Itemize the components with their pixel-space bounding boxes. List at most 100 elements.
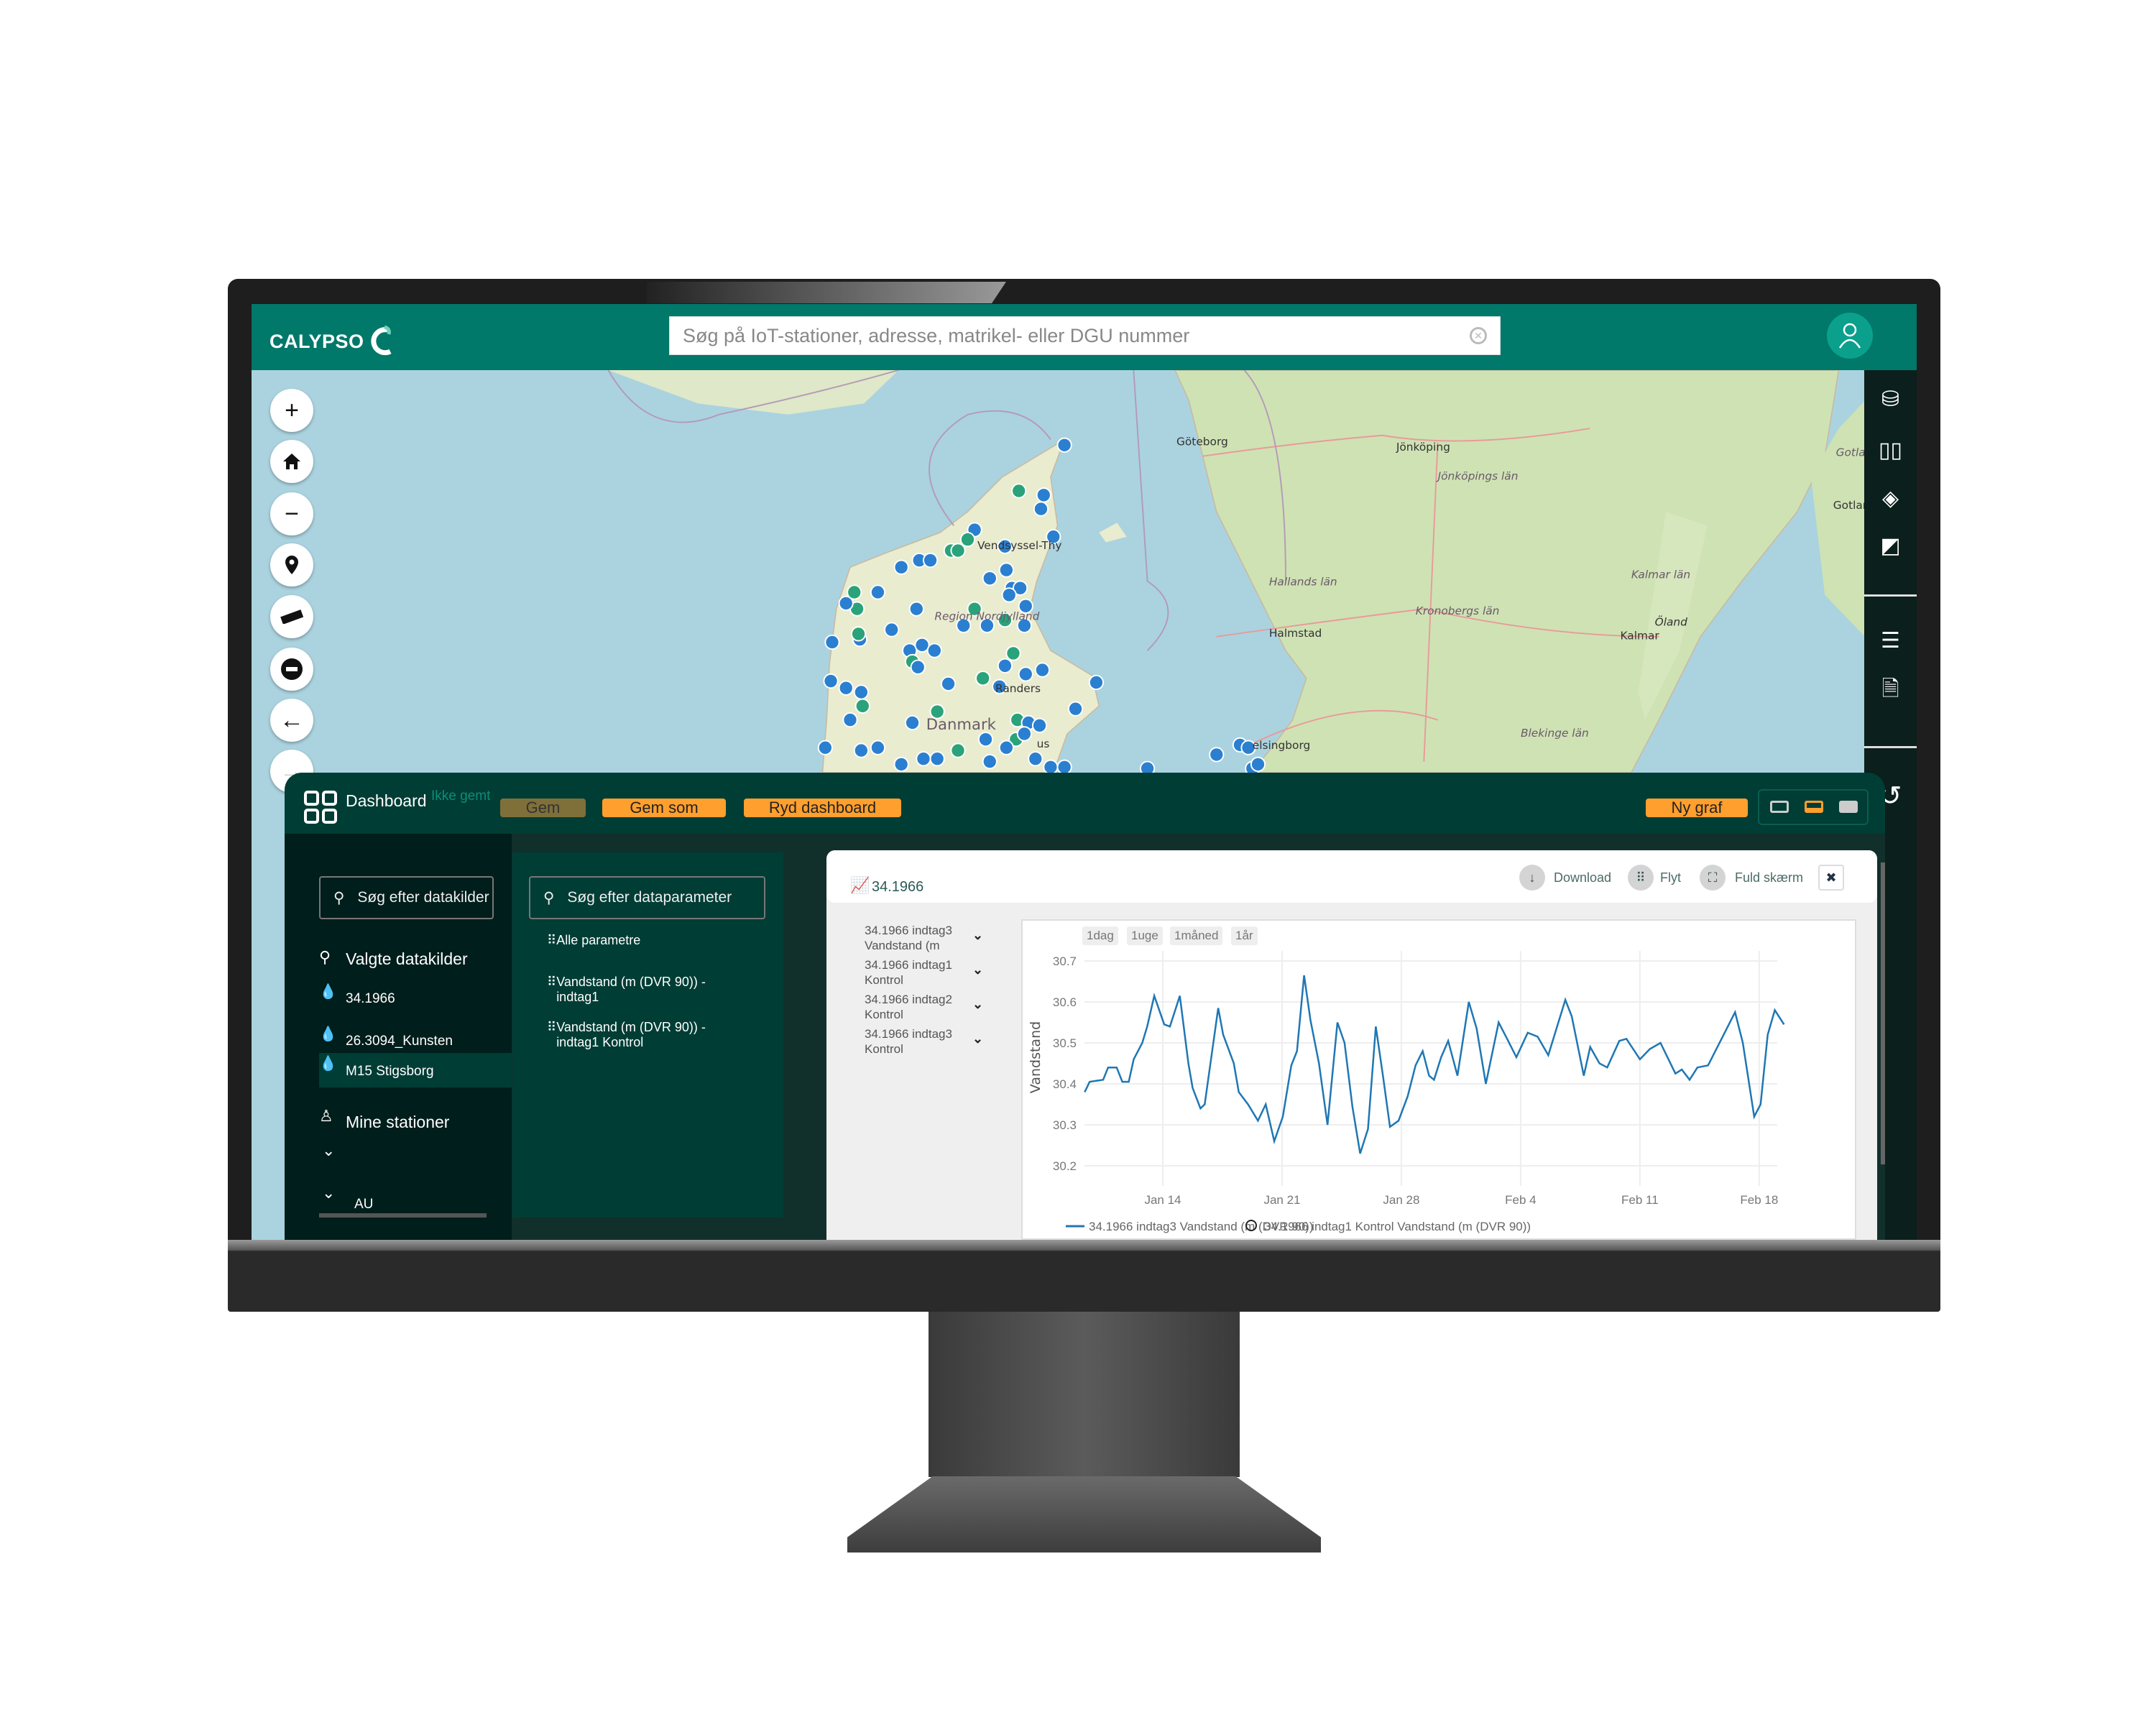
station-marker bbox=[1028, 751, 1044, 767]
clear-dashboard-button[interactable]: Ryd dashboard bbox=[744, 799, 901, 817]
params-search-input[interactable]: ⚲ Søg efter dataparameter bbox=[529, 876, 765, 919]
chevron-down-icon[interactable]: ⌄ bbox=[322, 1184, 335, 1202]
source-item[interactable]: 💧 26.3094_Kunsten bbox=[319, 1025, 512, 1054]
map-print-icon[interactable]: ◩ bbox=[1864, 531, 1917, 560]
move-grip-icon[interactable]: ⠿ bbox=[1628, 865, 1654, 891]
grid-icon[interactable]: ▯▯ bbox=[1864, 436, 1917, 464]
clear-search-icon[interactable]: ✕ bbox=[1470, 327, 1487, 344]
selected-sources-title: Valgte datakilder bbox=[346, 949, 468, 968]
group-label[interactable]: AU bbox=[354, 1197, 373, 1213]
save-as-button[interactable]: Gem som bbox=[602, 799, 726, 817]
station-marker bbox=[847, 584, 862, 600]
close-icon: ✖ bbox=[1825, 870, 1837, 885]
global-search-input[interactable]: Søg på IoT-stationer, adresse, matrikel-… bbox=[669, 316, 1501, 355]
sources-search-input[interactable]: ⚲ Søg efter datakilder bbox=[319, 876, 494, 919]
move-button[interactable]: Flyt bbox=[1660, 870, 1681, 886]
home-button[interactable] bbox=[270, 440, 313, 483]
user-avatar-button[interactable] bbox=[1827, 313, 1873, 359]
ruler-icon bbox=[280, 610, 304, 624]
my-stations-title[interactable]: Mine stationer bbox=[346, 1113, 449, 1132]
layers-icon[interactable]: ◈ bbox=[1864, 484, 1917, 512]
station-marker bbox=[998, 562, 1014, 578]
param-item[interactable]: ⠿ Vandstand (m (DVR 90)) - indtag1 Kontro… bbox=[547, 1020, 706, 1050]
logo[interactable]: CALYPSO bbox=[270, 326, 395, 357]
toolbar-divider bbox=[1864, 746, 1917, 748]
measure-button[interactable] bbox=[270, 595, 313, 638]
station-marker bbox=[1036, 487, 1051, 503]
download-icon[interactable]: ↓ bbox=[1519, 865, 1545, 891]
series-toggle[interactable]: 34.1966 indtag3 Vandstand (m bbox=[865, 923, 952, 953]
list-icon[interactable]: ☰ bbox=[1864, 626, 1917, 655]
zoom-out-button[interactable]: − bbox=[270, 492, 313, 535]
legend-entry[interactable]: 34.1966 indtag1 Kontrol Vandstand (m (DV… bbox=[1264, 1220, 1531, 1233]
station-marker bbox=[926, 643, 942, 658]
vertical-scrollbar[interactable] bbox=[1881, 862, 1885, 1164]
line-chart[interactable]: 30.2 30.3 30.4 30.5 30.6 30.7 Jan 14 Jan 21 Jan … bbox=[1023, 921, 1858, 1240]
series-toggle[interactable]: 34.1966 indtag1 Kontrol bbox=[865, 957, 952, 988]
chevron-down-icon[interactable]: ⌄ bbox=[972, 928, 983, 943]
station-marker bbox=[1209, 747, 1225, 763]
station-marker bbox=[940, 676, 957, 692]
chevron-down-icon[interactable]: ⌄ bbox=[972, 997, 983, 1012]
station-marker bbox=[950, 543, 966, 558]
back-button[interactable]: ← bbox=[270, 699, 313, 742]
station-marker bbox=[853, 742, 869, 758]
station-marker bbox=[1031, 717, 1048, 733]
drag-handle-icon: ⠿ bbox=[547, 975, 557, 989]
chevron-down-icon[interactable]: ⌄ bbox=[972, 1031, 983, 1046]
map-label-jonkoping: Jönköping bbox=[1396, 441, 1450, 454]
map-canvas[interactable]: Göteborg Jönköping Jönköpings län Hallan… bbox=[252, 370, 1865, 773]
station-marker bbox=[842, 712, 858, 728]
map-label-region: Region Nordjylland bbox=[934, 610, 1039, 623]
source-item[interactable]: 💧 34.1966 bbox=[319, 983, 512, 1011]
layout-half-icon[interactable] bbox=[1805, 801, 1823, 813]
graph-card: 📈 34.1966 ↓ Download ⠿ Flyt ⛶ Fuld skærm… bbox=[826, 850, 1877, 1240]
dashboard-panel: Dashboard Ikke gemt Gem Gem som Ryd dash… bbox=[285, 773, 1885, 1240]
save-status: Ikke gemt bbox=[431, 788, 491, 804]
zoom-in-button[interactable]: + bbox=[270, 389, 313, 432]
station-marker bbox=[1016, 726, 1032, 742]
station-marker bbox=[908, 601, 924, 617]
new-graph-button[interactable]: Ny graf bbox=[1646, 799, 1748, 817]
chevron-down-icon[interactable]: ⌄ bbox=[972, 962, 983, 978]
layout-full-icon[interactable] bbox=[1839, 801, 1858, 813]
station-marker bbox=[922, 552, 939, 569]
series-toggle[interactable]: 34.1966 indtag3 Kontrol bbox=[865, 1026, 952, 1057]
sensor-drop-icon: 💧 bbox=[319, 1026, 337, 1042]
fullscreen-button[interactable]: Fuld skærm bbox=[1735, 870, 1803, 886]
station-marker bbox=[910, 659, 926, 675]
param-item[interactable]: ⠿ Vandstand (m (DVR 90)) - indtag1 bbox=[547, 975, 706, 1005]
download-button[interactable]: Download bbox=[1554, 870, 1611, 886]
sources-panel: ⚲ Søg efter datakilder ⚲ Valgte datakilde… bbox=[285, 834, 512, 1240]
chevron-down-icon[interactable]: ⌄ bbox=[322, 1141, 335, 1160]
location-button[interactable] bbox=[270, 543, 313, 586]
close-graph-button[interactable]: ✖ bbox=[1818, 865, 1844, 891]
user-icon: ♙ bbox=[319, 1107, 333, 1125]
database-icon[interactable]: ⛁ bbox=[1864, 385, 1917, 413]
search-placeholder: Søg efter dataparameter bbox=[567, 889, 732, 906]
monitor-chin bbox=[228, 1240, 1940, 1312]
map-label-helsingborg: elsingborg bbox=[1253, 739, 1311, 752]
param-item[interactable]: ⠿Alle parametre bbox=[547, 933, 640, 948]
fullscreen-icon[interactable]: ⛶ bbox=[1700, 865, 1726, 891]
horizontal-scrollbar[interactable] bbox=[319, 1213, 487, 1218]
excel-file-icon[interactable]: 🗎 bbox=[1864, 676, 1917, 705]
source-item-selected[interactable]: 💧 M15 Stigsborg bbox=[319, 1053, 512, 1087]
plus-icon: + bbox=[285, 396, 299, 424]
station-marker bbox=[884, 622, 900, 638]
map-label-blekinge-lan: Blekinge län bbox=[1521, 727, 1589, 740]
station-marker bbox=[1043, 759, 1059, 773]
pin-user-icon: ⚲ bbox=[319, 948, 331, 966]
map-label-kalmar-lan: Kalmar län bbox=[1631, 569, 1690, 581]
station-marker bbox=[817, 740, 833, 755]
layout-single-icon[interactable] bbox=[1770, 801, 1789, 813]
station-marker bbox=[959, 531, 976, 548]
app-screen: CALYPSO Søg på IoT-stationer, adresse, m… bbox=[252, 304, 1917, 1240]
station-marker bbox=[893, 559, 909, 575]
y-tick-label: 30.7 bbox=[1053, 954, 1077, 968]
remove-button[interactable] bbox=[270, 648, 313, 691]
series-toggle[interactable]: 34.1966 indtag2 Kontrol bbox=[865, 992, 952, 1022]
sensor-drop-icon: 💧 bbox=[319, 984, 337, 1000]
save-button[interactable]: Gem bbox=[500, 799, 586, 817]
station-marker bbox=[929, 751, 945, 767]
